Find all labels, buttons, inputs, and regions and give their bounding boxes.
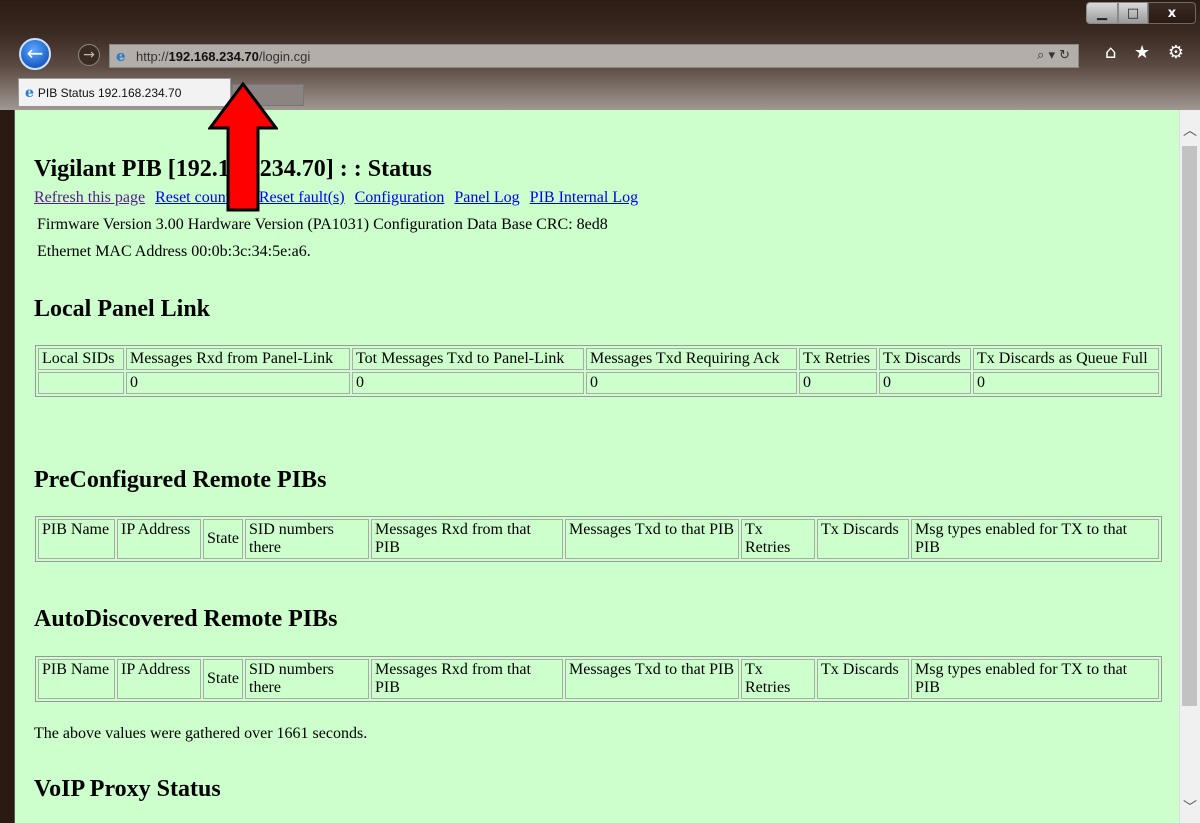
tab-pib-status[interactable]: e PIB Status 192.168.234.70: [18, 78, 231, 106]
url-text: http://192.168.234.70/login.cgi: [136, 49, 310, 64]
table-header: Tx Retries: [799, 348, 877, 370]
table-header: Messages Txd Requiring Ack: [586, 348, 797, 370]
maximize-button[interactable]: □: [1118, 2, 1148, 24]
table-header: Tx Retries: [741, 659, 815, 699]
ie-tab-icon: e: [25, 84, 34, 101]
url-prefix: http://: [136, 48, 169, 64]
table-row: 0 0 0 0 0 0: [38, 372, 1159, 394]
scroll-down-icon[interactable]: ﹀: [1183, 797, 1197, 817]
refresh-link[interactable]: Refresh this page: [34, 189, 145, 206]
table-header: PIB Name: [38, 519, 115, 559]
scrollbar-thumb[interactable]: [1182, 146, 1197, 706]
configuration-link[interactable]: Configuration: [355, 189, 445, 206]
browser-chrome: ▁ □ x ← → e http://192.168.234.70/login.…: [0, 0, 1200, 110]
firmware-info: Firmware Version 3.00 Hardware Version (…: [37, 216, 608, 233]
panel-log-link[interactable]: Panel Log: [454, 189, 519, 206]
table-header: Messages Txd to that PIB: [565, 519, 739, 559]
page-viewport: Vigilant PIB [192.168.234.70] : : Status…: [14, 110, 1200, 823]
home-favorites-settings-icons[interactable]: ⌂ ★ ⚙: [1105, 42, 1190, 63]
table-header: State: [203, 519, 243, 559]
red-annotation-arrow-icon: [208, 82, 278, 212]
window-controls: ▁ □ x: [1086, 2, 1196, 24]
pib-internal-log-link[interactable]: PIB Internal Log: [530, 189, 638, 206]
table-header: SID numbers there: [245, 519, 369, 559]
table-header: Messages Rxd from that PIB: [371, 659, 563, 699]
table-header-row: Local SIDs Messages Rxd from Panel-Link …: [38, 348, 1159, 370]
table-header: Tx Retries: [741, 519, 815, 559]
close-button[interactable]: x: [1148, 2, 1196, 24]
table-header: IP Address: [117, 519, 201, 559]
back-button[interactable]: ←: [19, 38, 51, 70]
table-header-row: PIB Name IP Address State SID numbers th…: [38, 659, 1159, 699]
voip-proxy-heading: VoIP Proxy Status: [34, 776, 221, 802]
navigation-bar: ← → e http://192.168.234.70/login.cgi ⌕ …: [0, 36, 1200, 70]
table-header: Tx Discards: [817, 659, 909, 699]
ie-page-icon: e: [116, 47, 126, 65]
local-panel-heading: Local Panel Link: [34, 296, 211, 322]
table-header: Msg types enabled for TX to that PIB: [911, 519, 1159, 559]
table-cell: 0: [126, 372, 350, 394]
table-header: Tx Discards: [879, 348, 971, 370]
table-header: Tot Messages Txd to Panel-Link: [352, 348, 584, 370]
address-bar[interactable]: e http://192.168.234.70/login.cgi ⌕ ▾ ↻: [109, 44, 1079, 68]
search-refresh-icons[interactable]: ⌕ ▾ ↻: [1037, 48, 1070, 63]
table-header: Msg types enabled for TX to that PIB: [911, 659, 1159, 699]
preconfigured-table: PIB Name IP Address State SID numbers th…: [35, 516, 1162, 562]
table-cell: 0: [586, 372, 797, 394]
table-header-row: PIB Name IP Address State SID numbers th…: [38, 519, 1159, 559]
forward-button[interactable]: →: [78, 44, 100, 66]
table-header: Messages Rxd from Panel-Link: [126, 348, 350, 370]
table-header: Local SIDs: [38, 348, 124, 370]
table-cell: 0: [879, 372, 971, 394]
table-header: Tx Discards as Queue Full: [973, 348, 1159, 370]
table-header: State: [203, 659, 243, 699]
tab-title: PIB Status 192.168.234.70: [37, 85, 182, 100]
table-header: SID numbers there: [245, 659, 369, 699]
gathering-duration-note: The above values were gathered over 1661…: [34, 725, 368, 742]
url-host: 192.168.234.70: [168, 48, 259, 64]
table-cell: [38, 372, 124, 394]
minimize-button[interactable]: ▁: [1086, 2, 1118, 24]
table-cell: 0: [973, 372, 1159, 394]
table-header: PIB Name: [38, 659, 115, 699]
local-panel-table: Local SIDs Messages Rxd from Panel-Link …: [35, 345, 1162, 397]
autodiscovered-table: PIB Name IP Address State SID numbers th…: [35, 656, 1162, 702]
table-cell: 0: [799, 372, 877, 394]
scroll-up-icon[interactable]: ︿: [1183, 120, 1197, 140]
autodiscovered-heading: AutoDiscovered Remote PIBs: [34, 606, 338, 632]
table-header: Messages Rxd from that PIB: [371, 519, 563, 559]
table-header: Tx Discards: [817, 519, 909, 559]
preconfigured-heading: PreConfigured Remote PIBs: [34, 467, 327, 493]
vertical-scrollbar[interactable]: ︿ ﹀: [1179, 110, 1200, 823]
table-header: IP Address: [117, 659, 201, 699]
url-path: /login.cgi: [258, 48, 311, 64]
action-links: Refresh this page Reset counters Reset f…: [34, 189, 644, 207]
table-cell: 0: [352, 372, 584, 394]
mac-address-info: Ethernet MAC Address 00:0b:3c:34:5e:a6.: [37, 243, 311, 260]
table-header: Messages Txd to that PIB: [565, 659, 739, 699]
